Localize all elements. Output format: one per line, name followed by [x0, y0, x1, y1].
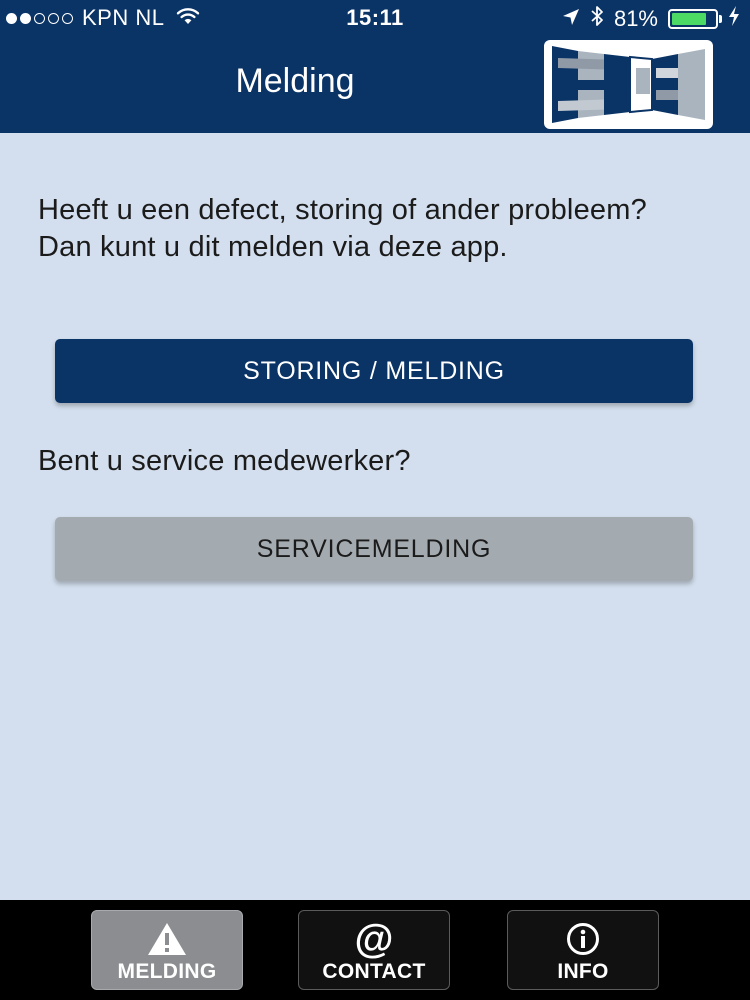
storing-melding-button[interactable]: STORING / MELDING — [55, 339, 693, 403]
tab-label: MELDING — [117, 960, 217, 983]
intro-text: Heeft u een defect, storing of ander pro… — [38, 194, 647, 263]
servicemelding-button[interactable]: SERVICEMELDING — [55, 517, 693, 581]
page-title: Melding — [235, 62, 355, 100]
charging-bolt-icon — [728, 6, 740, 32]
battery-percent: 81% — [613, 6, 658, 31]
at-icon: @ — [354, 917, 394, 961]
battery-icon — [668, 9, 722, 29]
battery-fill — [672, 13, 707, 25]
tab-label: INFO — [557, 960, 609, 983]
company-logo — [544, 40, 713, 129]
location-arrow-icon — [562, 6, 580, 32]
info-icon — [508, 919, 658, 959]
status-bar: KPN NL 15:11 81% — [0, 0, 750, 36]
tab-info[interactable]: INFO — [507, 910, 659, 990]
bluetooth-icon — [590, 5, 604, 33]
tab-melding[interactable]: MELDING — [91, 910, 243, 990]
status-right: 81% — [552, 5, 740, 33]
battery-tip — [719, 15, 722, 23]
header-bar: KPN NL 15:11 81% Melding — [0, 0, 750, 133]
service-question-text: Bent u service medewerker? — [38, 445, 411, 477]
tab-label: CONTACT — [322, 960, 426, 983]
tab-contact[interactable]: @ CONTACT — [298, 910, 450, 990]
warning-icon — [92, 919, 242, 959]
